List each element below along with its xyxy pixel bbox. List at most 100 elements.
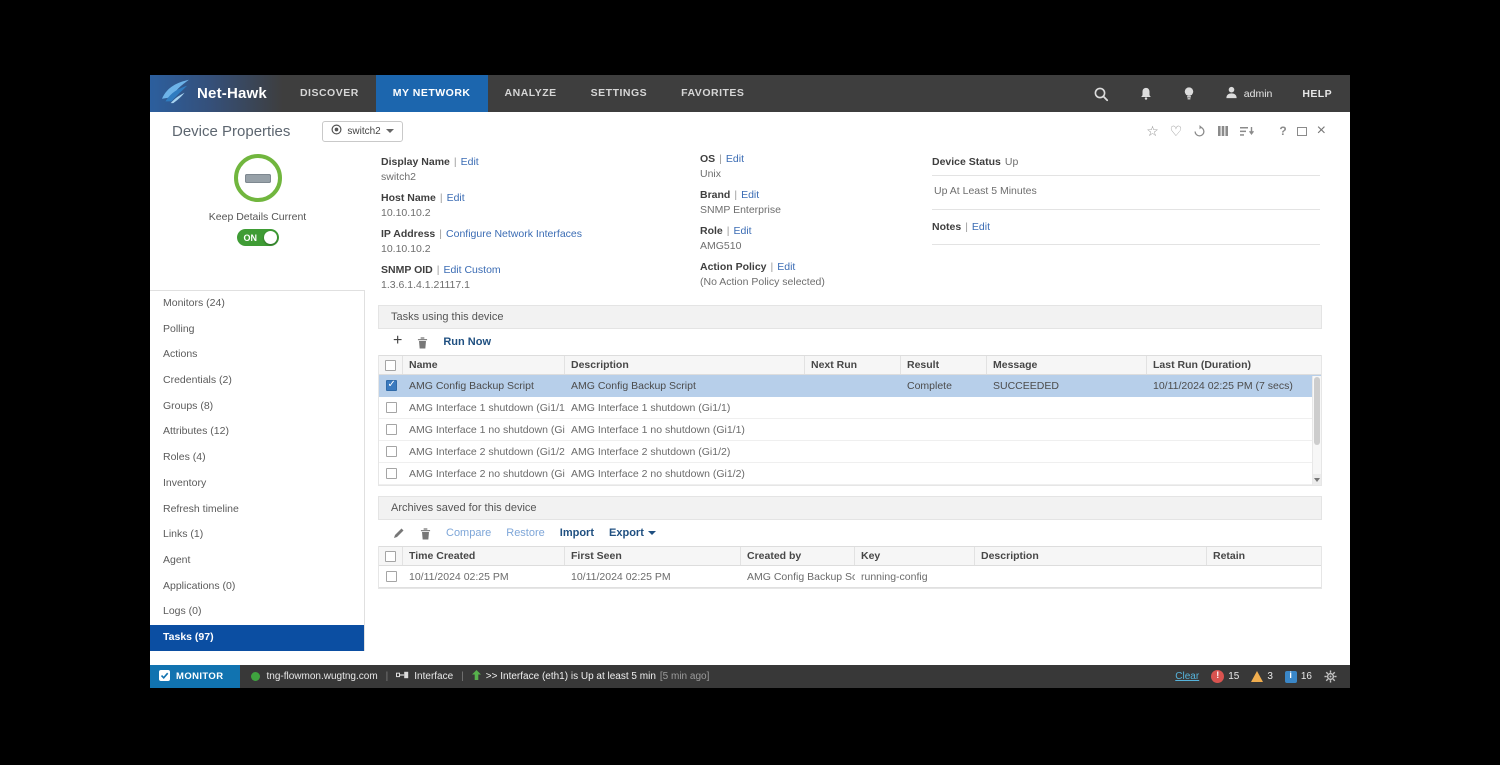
column-header-result[interactable]: Result [901,356,987,374]
select-all-checkbox[interactable] [385,360,396,371]
menu-item-credentials[interactable]: Credentials (2) [150,368,364,394]
task-row[interactable]: AMG Interface 1 no shutdown (Gi1/1) AMG … [379,419,1321,441]
error-count: 15 [1228,671,1239,682]
edit-notes-link[interactable]: Edit [972,221,990,233]
monitor-badge[interactable]: MONITOR [150,665,240,688]
status-message[interactable]: >> Interface (eth1) is Up at least 5 min [486,671,656,682]
brand-logo[interactable]: Net-Hawk [150,75,283,112]
settings-gear-icon[interactable] [1324,670,1337,683]
task-row[interactable]: AMG Interface 2 shutdown (Gi1/2) AMG Int… [379,441,1321,463]
columns-icon[interactable] [1217,125,1229,137]
menu-item-tasks[interactable]: Tasks (97) [150,625,364,651]
edit-brand-link[interactable]: Edit [741,189,759,201]
search-icon[interactable] [1093,86,1109,102]
delete-archive-icon[interactable] [420,527,431,540]
configure-network-interfaces-link[interactable]: Configure Network Interfaces [446,228,582,240]
column-header-name[interactable]: Name [403,356,565,374]
menu-item-links[interactable]: Links (1) [150,522,364,548]
menu-item-inventory[interactable]: Inventory [150,471,364,497]
edit-display-name-link[interactable]: Edit [461,156,479,168]
nav-analyze[interactable]: ANALYZE [488,75,574,112]
menu-item-monitors[interactable]: Monitors (24) [150,291,364,317]
run-now-button[interactable]: Run Now [443,336,491,348]
info-count-badge[interactable]: 16 [1285,671,1312,683]
menu-item-refresh-timeline[interactable]: Refresh timeline [150,497,364,523]
menu-item-applications[interactable]: Applications (0) [150,574,364,600]
toggle-on-label: ON [244,233,258,243]
column-header-key[interactable]: Key [855,547,975,565]
edit-custom-oid-link[interactable]: Edit Custom [443,264,500,276]
row-checkbox[interactable] [386,446,397,457]
task-row[interactable]: AMG Config Backup Script AMG Config Back… [379,375,1321,397]
archive-row[interactable]: 10/11/2024 02:25 PM 10/11/2024 02:25 PM … [379,566,1321,588]
task-row[interactable]: AMG Interface 2 no shutdown (Gi1/2) AMG … [379,463,1321,485]
menu-item-polling[interactable]: Polling [150,317,364,343]
device-selector[interactable]: switch2 [322,121,402,142]
menu-item-logs[interactable]: Logs (0) [150,599,364,625]
refresh-icon[interactable] [1193,125,1206,138]
task-name: AMG Interface 1 shutdown (Gi1/1) [403,397,565,418]
edit-host-name-link[interactable]: Edit [447,192,465,204]
toggle-knob [264,231,277,244]
task-description: AMG Interface 2 no shutdown (Gi1/2) [565,463,805,484]
sort-icon[interactable] [1240,126,1254,137]
column-header-message[interactable]: Message [987,356,1147,374]
edit-action-policy-link[interactable]: Edit [777,261,795,273]
tasks-scrollbar[interactable] [1312,376,1321,485]
interface-label[interactable]: Interface [414,671,453,682]
scroll-down-arrow-icon[interactable] [1313,474,1321,485]
column-header-time-created[interactable]: Time Created [403,547,565,565]
nav-favorites[interactable]: FAVORITES [664,75,761,112]
notifications-bell-icon[interactable] [1139,86,1153,101]
menu-item-groups[interactable]: Groups (8) [150,394,364,420]
nav-my-network[interactable]: MY NETWORK [376,75,488,112]
favorite-star-icon[interactable]: ☆ [1146,124,1159,138]
row-checkbox[interactable] [386,571,397,582]
export-button[interactable]: Export [609,527,656,539]
help-button[interactable]: HELP [1302,88,1332,100]
lightbulb-icon[interactable] [1183,86,1195,101]
edit-archive-pencil-icon[interactable] [393,527,405,539]
close-icon[interactable]: × [1317,123,1326,139]
clear-link[interactable]: Clear [1175,671,1199,682]
row-checkbox[interactable] [386,402,397,413]
delete-task-icon[interactable] [417,336,428,349]
nav-discover[interactable]: DISCOVER [283,75,376,112]
column-header-created-by[interactable]: Created by [741,547,855,565]
status-host[interactable]: tng-flowmon.wugtng.com [266,671,377,682]
error-icon [1211,670,1224,683]
menu-item-actions[interactable]: Actions [150,342,364,368]
add-task-button[interactable]: + [393,333,402,349]
scrollbar-thumb[interactable] [1314,377,1320,445]
top-nav: Net-Hawk DISCOVER MY NETWORK ANALYZE SET… [150,75,1350,112]
user-menu[interactable]: admin [1225,86,1273,102]
menu-item-attributes[interactable]: Attributes (12) [150,419,364,445]
prop-label: Role [700,225,723,237]
edit-role-link[interactable]: Edit [734,225,752,237]
select-all-checkbox[interactable] [385,551,396,562]
task-row[interactable]: AMG Interface 1 shutdown (Gi1/1) AMG Int… [379,397,1321,419]
main-content: Display Name|Edit switch2 Host Name|Edit… [365,150,1350,665]
menu-item-agent[interactable]: Agent [150,548,364,574]
row-checkbox[interactable] [386,380,397,391]
column-header-description[interactable]: Description [565,356,805,374]
row-checkbox[interactable] [386,424,397,435]
import-button[interactable]: Import [560,527,594,539]
restore-button[interactable]: Restore [506,527,545,539]
column-header-first-seen[interactable]: First Seen [565,547,741,565]
column-header-next-run[interactable]: Next Run [805,356,901,374]
warning-count-badge[interactable]: 3 [1251,671,1273,682]
nav-settings[interactable]: SETTINGS [574,75,665,112]
maximize-icon[interactable] [1297,127,1307,136]
edit-os-link[interactable]: Edit [726,153,744,165]
error-count-badge[interactable]: 15 [1211,670,1239,683]
keep-current-toggle[interactable]: ON [237,229,279,246]
row-checkbox[interactable] [386,468,397,479]
column-header-last-run[interactable]: Last Run (Duration) [1147,356,1321,374]
compare-button[interactable]: Compare [446,527,491,539]
help-icon[interactable]: ? [1279,125,1286,137]
health-heart-icon[interactable]: ♡ [1170,124,1183,138]
column-header-description[interactable]: Description [975,547,1207,565]
column-header-retain[interactable]: Retain [1207,547,1321,565]
menu-item-roles[interactable]: Roles (4) [150,445,364,471]
